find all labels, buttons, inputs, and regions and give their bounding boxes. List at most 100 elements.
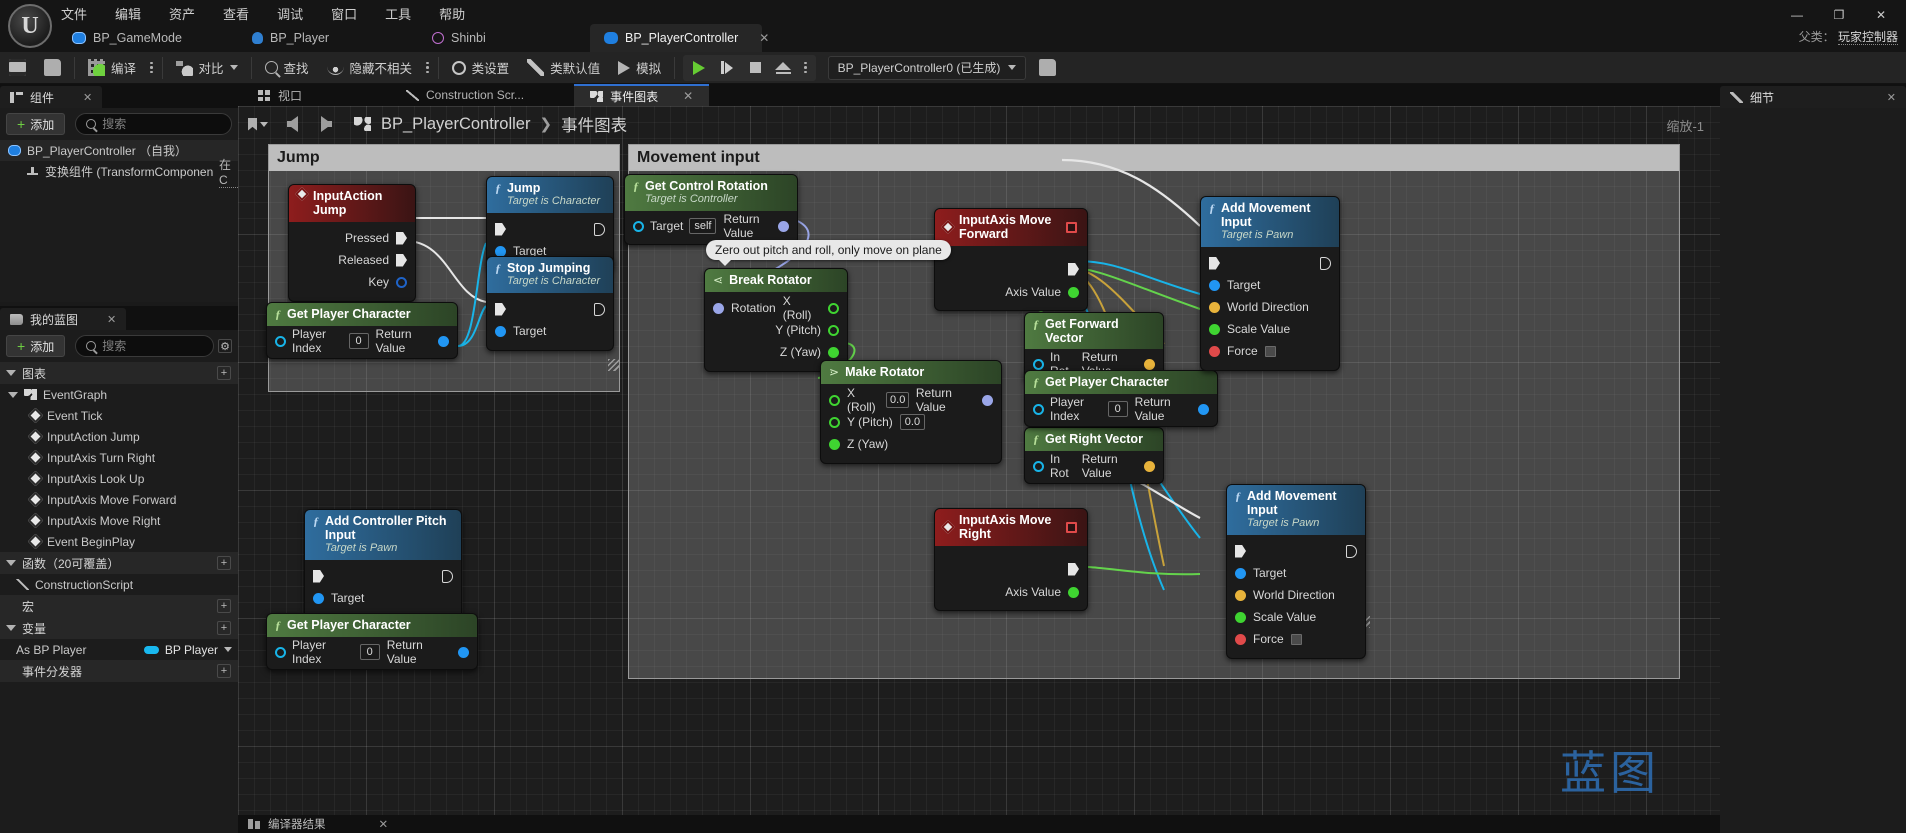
tree-item-inputaxis-turn-right[interactable]: InputAxis Turn Right: [0, 447, 238, 468]
browse-button[interactable]: [35, 52, 70, 84]
menu-item-edit[interactable]: 编辑: [112, 3, 144, 24]
node-pin-target[interactable]: Target: [1227, 562, 1365, 584]
play-button[interactable]: [687, 57, 711, 79]
node-pin-target[interactable]: Target: [1201, 274, 1339, 296]
diff-button[interactable]: 对比: [167, 52, 247, 84]
add-dispatcher-icon[interactable]: +: [217, 664, 231, 678]
node-pin-yaw[interactable]: Z (Yaw): [821, 433, 1001, 455]
menu-item-debug[interactable]: 调试: [274, 3, 306, 24]
menu-item-view[interactable]: 查看: [220, 3, 252, 24]
node-exec-row[interactable]: [1201, 252, 1339, 274]
debug-object-select[interactable]: BP_PlayerController0 (已生成): [827, 55, 1027, 80]
add-function-icon[interactable]: +: [217, 556, 231, 570]
node-pin-scale-value[interactable]: Scale Value: [1227, 606, 1365, 628]
component-transform-item[interactable]: 变换组件 (TransformComponent0) 在C: [0, 158, 238, 188]
component-root-item[interactable]: BP_PlayerController （自我）: [0, 140, 238, 161]
node-pin-roll[interactable]: X (Roll) 0.0 Return Value: [821, 386, 1001, 414]
node-exec-row[interactable]: [935, 558, 1087, 580]
search-input[interactable]: [102, 339, 203, 353]
asset-tab-bp-playercontroller[interactable]: BP_PlayerController ✕: [590, 24, 769, 52]
close-icon[interactable]: ✕: [1887, 91, 1896, 104]
node-get-control-rotation[interactable]: ƒ Get Control Rotation Target is Control…: [624, 174, 798, 245]
node-add-movement-input-1[interactable]: ƒ Add Movement Input Target is Pawn Targ…: [1200, 196, 1340, 371]
node-pin-pressed[interactable]: Pressed: [289, 227, 415, 249]
event-graph-canvas[interactable]: BP_PlayerController ❯ 事件图表 缩放-1 蓝图 Jump …: [238, 106, 1720, 833]
tab-components[interactable]: 组件 ✕: [0, 86, 103, 108]
node-pin-row[interactable]: Player Index 0 Return Value: [267, 638, 477, 666]
tab-details[interactable]: 细节 ✕: [1720, 86, 1906, 108]
node-pin-key[interactable]: Key: [289, 271, 415, 293]
node-pin-force[interactable]: Force: [1227, 628, 1365, 650]
pin-value[interactable]: 0.0: [886, 392, 909, 408]
node-break-rotator[interactable]: ⋖ Break Rotator Rotation X (Roll) Y (Pit…: [704, 268, 848, 372]
settings-icon[interactable]: ⚙: [218, 339, 232, 353]
compile-button[interactable]: 编译: [79, 52, 145, 84]
find-button[interactable]: 查找: [256, 52, 318, 84]
breadcrumb-leaf[interactable]: 事件图表: [561, 112, 627, 136]
tree-item-constructionscript[interactable]: ConstructionScript: [0, 574, 238, 595]
debug-browse-button[interactable]: [1030, 52, 1065, 84]
section-functions[interactable]: 函数（20可覆盖） +: [0, 552, 238, 574]
node-pin-force[interactable]: Force: [1201, 340, 1339, 362]
node-exec-row[interactable]: [305, 565, 461, 587]
section-graphs[interactable]: 图表 +: [0, 362, 238, 384]
node-pin-row[interactable]: Player Index 0 Return Value: [267, 327, 457, 355]
tab-my-blueprint[interactable]: 我的蓝图 ✕: [0, 308, 127, 330]
node-get-player-character-1[interactable]: ƒ Get Player Character Player Index 0 Re…: [266, 302, 458, 359]
node-pin-target[interactable]: Target: [487, 320, 613, 342]
save-button[interactable]: [0, 52, 35, 84]
node-get-player-character-3[interactable]: ƒ Get Player Character Player Index 0 Re…: [1024, 370, 1218, 427]
node-add-movement-input-2[interactable]: ƒ Add Movement Input Target is Pawn Targ…: [1226, 484, 1366, 659]
add-variable-icon[interactable]: +: [217, 621, 231, 635]
step-button[interactable]: [715, 57, 739, 79]
asset-tab-bp-player[interactable]: BP_Player: [238, 24, 418, 52]
minimize-button[interactable]: —: [1778, 4, 1816, 26]
compiler-results-bar[interactable]: 编译器结果 ✕: [238, 815, 1720, 833]
force-checkbox[interactable]: [1290, 633, 1302, 645]
tree-item-event-tick[interactable]: Event Tick: [0, 405, 238, 426]
close-button[interactable]: ✕: [1862, 4, 1900, 26]
node-pin-world-direction[interactable]: World Direction: [1227, 584, 1365, 606]
node-exec-row[interactable]: [487, 218, 613, 240]
class-settings-button[interactable]: 类设置: [443, 52, 519, 84]
add-macro-icon[interactable]: +: [217, 599, 231, 613]
node-pin-scale-value[interactable]: Scale Value: [1201, 318, 1339, 340]
hide-unrelated-options-icon[interactable]: [421, 61, 434, 74]
myblueprint-search[interactable]: [75, 335, 214, 357]
node-exec-row[interactable]: [487, 298, 613, 320]
tree-item-inputaxis-move-forward[interactable]: InputAxis Move Forward: [0, 489, 238, 510]
node-pin-axis-value[interactable]: Axis Value: [935, 280, 1087, 302]
add-component-button[interactable]: + 添加: [6, 113, 66, 135]
stop-button[interactable]: [743, 57, 767, 79]
node-inputaxis-move-right[interactable]: InputAxis Move Right Axis Value: [934, 508, 1088, 611]
asset-tab-bp-gamemode[interactable]: BP_GameMode: [58, 24, 238, 52]
node-get-player-character-2[interactable]: ƒ Get Player Character Player Index 0 Re…: [266, 613, 478, 670]
pin-value[interactable]: 0: [359, 644, 380, 660]
section-variables[interactable]: 变量 +: [0, 617, 238, 639]
tab-viewport[interactable]: 视口: [242, 84, 318, 106]
node-inputaxis-move-forward[interactable]: InputAxis Move Forward Axis Value: [934, 208, 1088, 311]
menu-item-tools[interactable]: 工具: [382, 3, 414, 24]
add-blueprint-item-button[interactable]: + 添加: [6, 335, 66, 357]
node-stop-jumping[interactable]: ƒ Stop Jumping Target is Character Targe…: [486, 256, 614, 351]
forward-button[interactable]: [314, 112, 338, 136]
node-pin-pitch[interactable]: Y (Pitch): [705, 319, 847, 341]
parent-class-link[interactable]: 玩家控制器: [1837, 30, 1898, 45]
pin-value[interactable]: 0.0: [899, 414, 926, 430]
tab-event-graph[interactable]: 事件图表 ✕: [574, 84, 710, 106]
breadcrumb-root[interactable]: BP_PlayerController: [381, 115, 530, 134]
tree-item-variable-as-bp-player[interactable]: As BP Player BP Player: [0, 639, 238, 660]
close-icon[interactable]: ✕: [107, 313, 116, 326]
node-pin-row[interactable]: Target self Return Value: [625, 212, 797, 240]
close-icon[interactable]: ✕: [759, 31, 769, 45]
force-checkbox[interactable]: [1264, 345, 1276, 357]
asset-tab-shinbi[interactable]: Shinbi: [418, 24, 590, 52]
tree-item-eventgraph[interactable]: EventGraph: [0, 384, 238, 405]
tree-item-inputaction-jump[interactable]: InputAction Jump: [0, 426, 238, 447]
node-pin-target[interactable]: Target: [305, 587, 461, 609]
pin-value[interactable]: self: [689, 218, 717, 234]
node-inputaction-jump[interactable]: InputAction Jump Pressed Released Key: [288, 184, 416, 302]
play-options-icon[interactable]: [799, 61, 812, 74]
back-button[interactable]: [280, 112, 304, 136]
chevron-down-icon[interactable]: [224, 647, 232, 652]
